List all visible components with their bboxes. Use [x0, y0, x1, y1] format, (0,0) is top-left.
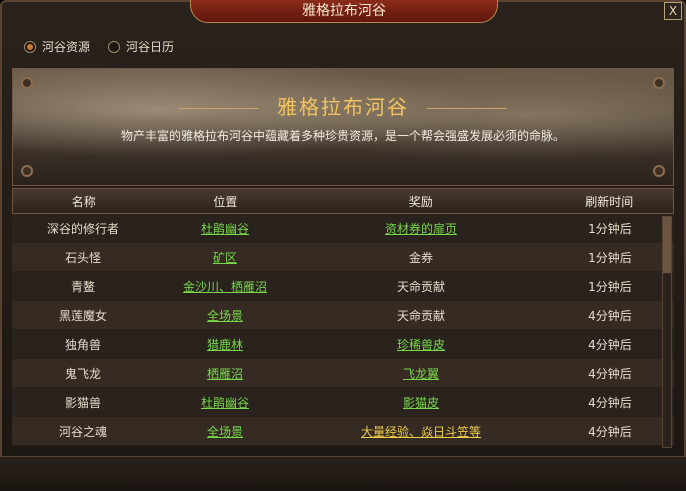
location-link[interactable]: 全场景	[207, 309, 243, 323]
cell-refresh: 1分钟后	[588, 279, 632, 294]
cell-reward: 资材券的扉页	[296, 220, 546, 237]
tab-label: 河谷资源	[42, 40, 91, 54]
cell-location: 金沙川、栖雁沼	[154, 278, 296, 295]
scrollbar-thumb[interactable]	[663, 217, 671, 273]
cell-name: 石头怪	[64, 250, 101, 265]
banner-description: 物产丰富的雅格拉布河谷中蕴藏着多种珍贵资源，是一个帮会强盛发展必须的命脉。	[120, 129, 565, 143]
radio-selected-icon	[24, 40, 36, 53]
reward-link[interactable]: 飞龙翼	[403, 367, 439, 381]
rivet-icon	[21, 77, 33, 89]
reward-link[interactable]: 大量经验、焱日斗笠等	[361, 425, 481, 439]
tab-river-calendar[interactable]: 河谷日历	[108, 38, 174, 55]
radio-unselected-icon	[108, 40, 121, 53]
banner-title-text: 雅格拉布河谷	[277, 95, 409, 119]
cell-name: 河谷之魂	[58, 424, 107, 439]
cell-location: 矿区	[154, 249, 296, 266]
tab-river-resources[interactable]: 河谷资源	[24, 38, 90, 55]
decorative-line	[427, 108, 508, 109]
cell-refresh: 4分钟后	[588, 308, 632, 323]
table-body: 深谷的修行者 杜鹃幽谷 资材券的扉页 1分钟后 石头怪 矿区 金券 1分钟后 青…	[12, 214, 674, 446]
reward-link[interactable]: 影猫皮	[403, 396, 439, 410]
cell-location: 猎鹿林	[154, 336, 296, 353]
cell-reward: 飞龙翼	[296, 365, 546, 382]
table-scrollbar[interactable]	[662, 216, 672, 448]
cell-reward: 影猫皮	[296, 394, 546, 411]
location-link[interactable]: 金沙川、栖雁沼	[183, 280, 267, 294]
table-row: 石头怪 矿区 金券 1分钟后	[12, 243, 674, 272]
table-row: 鬼飞龙 栖雁沼 飞龙翼 4分钟后	[12, 359, 674, 388]
location-link[interactable]: 杜鹃幽谷	[201, 396, 249, 410]
location-link[interactable]: 栖雁沼	[207, 367, 243, 381]
table-row: 青鳌 金沙川、栖雁沼 天命贡献 1分钟后	[12, 272, 674, 301]
reward-link[interactable]: 珍稀兽皮	[397, 338, 445, 352]
cell-location: 杜鹃幽谷	[154, 220, 296, 237]
window-title: 雅格拉布河谷	[190, 0, 498, 23]
resource-table: 名称 位置 奖励 刷新时间 深谷的修行者 杜鹃幽谷 资材券的扉页 1分钟后 石头…	[12, 188, 674, 446]
header-reward: 奖励	[408, 194, 433, 209]
table-row: 河谷之魂 全场景 大量经验、焱日斗笠等 4分钟后	[12, 417, 674, 446]
location-link[interactable]: 全场景	[207, 425, 243, 439]
rivet-icon	[653, 77, 665, 89]
decorative-line	[178, 108, 259, 109]
cell-refresh: 1分钟后	[588, 221, 632, 236]
cell-name: 独角兽	[64, 337, 101, 352]
cell-refresh: 4分钟后	[588, 366, 632, 381]
table-row: 独角兽 猎鹿林 珍稀兽皮 4分钟后	[12, 330, 674, 359]
rivet-icon	[21, 165, 33, 177]
cell-name: 黑莲魔女	[58, 308, 107, 323]
cell-name: 影猫兽	[64, 395, 101, 410]
cell-name: 鬼飞龙	[64, 366, 101, 381]
cell-name: 青鳌	[70, 279, 95, 294]
cell-refresh: 1分钟后	[588, 250, 632, 265]
table-row: 深谷的修行者 杜鹃幽谷 资材券的扉页 1分钟后	[12, 214, 674, 243]
table-row: 影猫兽 杜鹃幽谷 影猫皮 4分钟后	[12, 388, 674, 417]
cell-reward: 天命贡献	[396, 279, 445, 294]
cell-name: 深谷的修行者	[46, 221, 119, 236]
header-name: 名称	[71, 194, 96, 209]
close-button[interactable]: X	[664, 2, 682, 20]
cell-reward: 大量经验、焱日斗笠等	[296, 423, 546, 440]
table-header: 名称 位置 奖励 刷新时间	[12, 188, 674, 214]
cell-refresh: 4分钟后	[588, 337, 632, 352]
cell-location: 全场景	[154, 307, 296, 324]
location-link[interactable]: 猎鹿林	[207, 338, 243, 352]
cell-reward: 金券	[408, 250, 433, 265]
cell-refresh: 4分钟后	[588, 424, 632, 439]
cell-location: 栖雁沼	[154, 365, 296, 382]
cell-reward: 天命贡献	[396, 308, 445, 323]
cell-location: 杜鹃幽谷	[154, 394, 296, 411]
cell-reward: 珍稀兽皮	[296, 336, 546, 353]
location-link[interactable]: 杜鹃幽谷	[201, 222, 249, 236]
location-link[interactable]: 矿区	[213, 251, 237, 265]
cell-location: 全场景	[154, 423, 296, 440]
rivet-icon	[653, 165, 665, 177]
header-location: 位置	[213, 194, 238, 209]
cell-refresh: 4分钟后	[588, 395, 632, 410]
reward-link[interactable]: 资材券的扉页	[385, 222, 457, 236]
header-refresh-time: 刷新时间	[585, 194, 634, 209]
resource-tabs: 河谷资源 河谷日历	[24, 38, 174, 55]
tab-label: 河谷日历	[126, 40, 175, 54]
banner-title: 雅格拉布河谷	[13, 91, 673, 120]
banner: 雅格拉布河谷 物产丰富的雅格拉布河谷中蕴藏着多种珍贵资源，是一个帮会强盛发展必须…	[12, 68, 674, 186]
table-row: 黑莲魔女 全场景 天命贡献 4分钟后	[12, 301, 674, 330]
window-bottom-border	[0, 456, 686, 491]
